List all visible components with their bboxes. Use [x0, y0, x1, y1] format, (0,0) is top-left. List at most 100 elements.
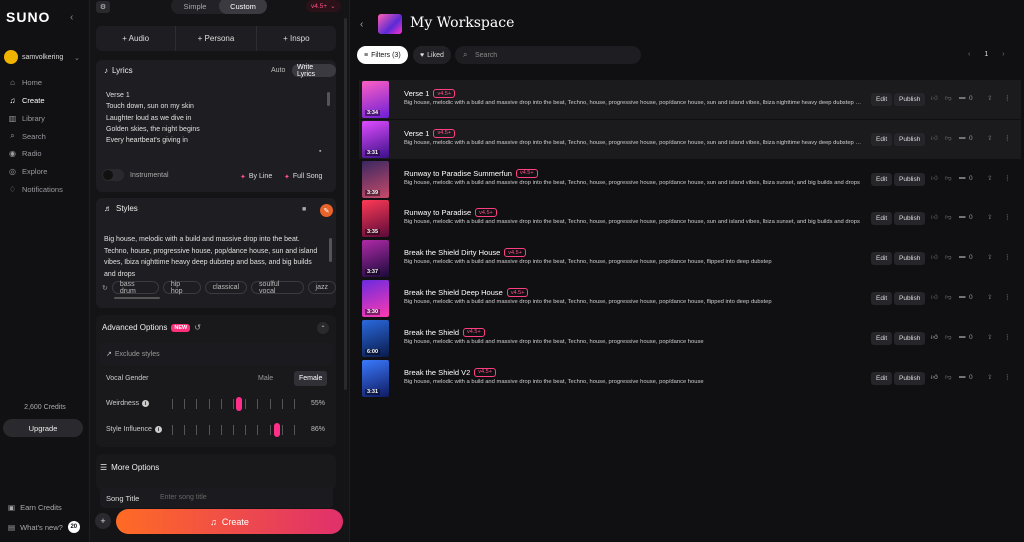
- auto-lyrics-button[interactable]: Auto: [271, 67, 285, 74]
- chips-scrollbar[interactable]: [114, 297, 160, 299]
- publish-button[interactable]: Publish: [894, 292, 926, 305]
- song-title-input[interactable]: Enter song title: [160, 494, 207, 501]
- song-title[interactable]: Break the Shield V2 v4.5+: [404, 367, 496, 377]
- share-icon[interactable]: ⇪: [987, 333, 992, 341]
- sidebar-item-explore[interactable]: ◎ Explore: [8, 167, 47, 176]
- write-lyrics-button[interactable]: Write Lyrics: [292, 64, 336, 78]
- thumbs-down-icon[interactable]: 👎︎: [945, 94, 952, 102]
- song-cover[interactable]: 3:39: [362, 160, 389, 198]
- style-influence-slider[interactable]: [172, 422, 295, 438]
- instrumental-switch[interactable]: [102, 169, 124, 181]
- exclude-styles-field[interactable]: ↗ Exclude styles: [100, 343, 333, 365]
- song-cover[interactable]: 3:31: [362, 359, 389, 397]
- edit-button[interactable]: Edit: [871, 93, 893, 106]
- publish-button[interactable]: Publish: [894, 172, 926, 186]
- more-options-icon[interactable]: ⋮: [1004, 253, 1011, 261]
- share-icon[interactable]: ⇪: [987, 213, 992, 221]
- version-select[interactable]: v4.5+ ⌄: [306, 0, 341, 12]
- resize-icon[interactable]: ▪: [319, 148, 321, 155]
- sidebar-item-radio[interactable]: ◉ Radio: [8, 149, 42, 158]
- song-title[interactable]: Break the Shield Deep House v4.5+: [404, 288, 529, 297]
- song-cover[interactable]: 3:34: [362, 81, 389, 118]
- edit-button[interactable]: Edit: [871, 172, 893, 186]
- publish-button[interactable]: Publish: [894, 132, 926, 146]
- advanced-options-toggle[interactable]: Advanced Options NEW ↺: [102, 323, 201, 332]
- song-title[interactable]: Verse 1 v4.5+: [404, 128, 456, 138]
- earn-credits-link[interactable]: ▣ Earn Credits: [8, 503, 62, 512]
- thumbs-up-icon[interactable]: 👍︎: [931, 174, 938, 182]
- thumbs-up-icon[interactable]: 👍︎: [931, 213, 938, 221]
- share-icon[interactable]: ⇪: [987, 373, 992, 381]
- song-cover[interactable]: 3:30: [362, 280, 389, 317]
- publish-button[interactable]: Publish: [894, 252, 926, 266]
- thumbs-up-icon[interactable]: 👍︎: [931, 253, 938, 261]
- publish-button[interactable]: Publish: [894, 212, 926, 226]
- share-icon[interactable]: ⇪: [987, 253, 992, 261]
- share-icon[interactable]: ⇪: [987, 174, 992, 182]
- style-chip[interactable]: jazz: [307, 281, 336, 294]
- more-options-icon[interactable]: ⋮: [1004, 94, 1011, 102]
- song-title[interactable]: Runway to Paradise v4.5+: [404, 208, 497, 218]
- song-cover[interactable]: 3:31: [362, 120, 389, 158]
- song-title[interactable]: Break the Shield v4.5+: [404, 327, 485, 337]
- style-chip[interactable]: soulful vocal: [251, 281, 304, 295]
- male-option[interactable]: Male: [258, 375, 273, 382]
- add-inspo-button[interactable]: + Inspo: [257, 26, 336, 51]
- edit-button[interactable]: Edit: [871, 292, 893, 305]
- chevron-down-icon[interactable]: ⌄: [74, 54, 80, 62]
- more-options-icon[interactable]: ⋮: [1004, 373, 1011, 381]
- comment-icon[interactable]: ▬: [959, 253, 966, 260]
- song-row[interactable]: 3:37 Break the Shield Dirty House v4.5+ Big…: [359, 239, 1021, 278]
- prev-page-icon[interactable]: ‹: [968, 51, 970, 58]
- magic-wand-icon[interactable]: ✎: [320, 204, 333, 217]
- share-icon[interactable]: ⇪: [987, 94, 992, 102]
- styles-textarea[interactable]: Big house, melodic with a build and mass…: [104, 234, 322, 280]
- next-page-icon[interactable]: ›: [1002, 51, 1004, 58]
- thumbs-up-icon[interactable]: 👍︎: [931, 293, 938, 301]
- comment-icon[interactable]: ▬: [959, 213, 966, 220]
- info-icon[interactable]: i: [141, 400, 149, 407]
- comment-icon[interactable]: ▬: [959, 373, 966, 380]
- thumbs-down-icon[interactable]: 👎︎: [945, 293, 952, 301]
- female-option[interactable]: Female: [294, 371, 328, 386]
- thumbs-up-icon[interactable]: 👍︎: [931, 373, 938, 381]
- lyrics-scrollbar[interactable]: [327, 92, 330, 106]
- thumbs-up-icon[interactable]: 👍︎: [931, 94, 938, 102]
- edit-button[interactable]: Edit: [871, 132, 893, 146]
- thumbs-down-icon[interactable]: 👎︎: [945, 253, 952, 261]
- thumbs-down-icon[interactable]: 👎︎: [945, 174, 952, 182]
- song-row[interactable]: 3:34 Verse 1 v4.5+ Big house, melodic with …: [359, 80, 1021, 119]
- sidebar-item-notifications[interactable]: ♢ Notifications: [8, 185, 63, 194]
- suno-logo[interactable]: SUNO: [6, 9, 50, 25]
- styles-scrollbar[interactable]: [329, 238, 332, 262]
- liked-filter-button[interactable]: ♥ Liked: [413, 46, 451, 64]
- upgrade-button[interactable]: Upgrade: [3, 419, 83, 437]
- edit-button[interactable]: Edit: [871, 252, 893, 266]
- comment-icon[interactable]: ▬: [959, 333, 966, 340]
- more-options-icon[interactable]: ⋮: [1004, 293, 1011, 301]
- song-row[interactable]: 3:39 Runway to Paradise Summerfun v4.5+ Big…: [359, 160, 1021, 199]
- reset-icon[interactable]: ↺: [194, 323, 201, 332]
- thumbs-down-icon[interactable]: 👎︎: [945, 213, 952, 221]
- add-persona-button[interactable]: + Persona: [176, 26, 257, 51]
- more-options-icon[interactable]: ⋮: [1004, 333, 1011, 341]
- search-input[interactable]: [475, 49, 635, 61]
- edit-button[interactable]: Edit: [871, 371, 893, 385]
- slider-handle[interactable]: [236, 397, 243, 411]
- share-icon[interactable]: ⇪: [987, 293, 992, 301]
- full-song-button[interactable]: ✦ Full Song: [284, 173, 322, 181]
- back-icon[interactable]: ‹: [360, 19, 363, 30]
- create-panel-scrollbar[interactable]: [344, 18, 347, 390]
- song-cover[interactable]: 3:35: [362, 200, 389, 238]
- comment-icon[interactable]: ▬: [959, 293, 966, 300]
- add-button[interactable]: +: [95, 513, 111, 529]
- more-options-icon[interactable]: ⋮: [1004, 134, 1011, 142]
- song-row[interactable]: 3:31 Verse 1 v4.5+ Big house, melodic with …: [359, 119, 1021, 159]
- publish-button[interactable]: Publish: [894, 93, 926, 106]
- sidebar-item-search[interactable]: ⌕ Search: [8, 131, 46, 141]
- create-button[interactable]: ♫ Create: [116, 509, 343, 534]
- song-title[interactable]: Verse 1 v4.5+: [404, 89, 456, 98]
- more-options-toggle[interactable]: ☰ More Options: [100, 463, 159, 472]
- edit-button[interactable]: Edit: [871, 212, 893, 226]
- user-profile[interactable]: samvolkering: [4, 50, 63, 64]
